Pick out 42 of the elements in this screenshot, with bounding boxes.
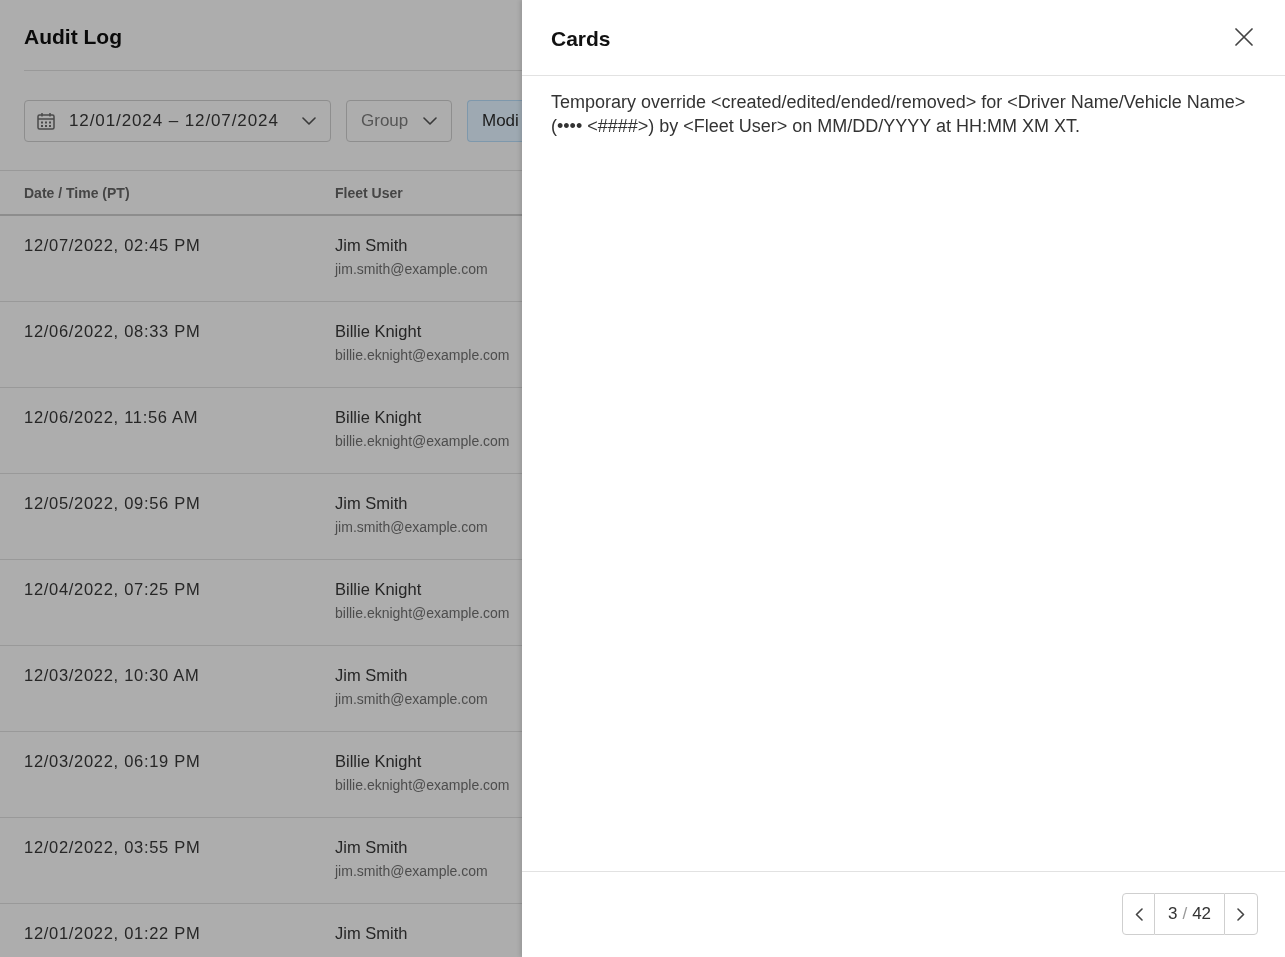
drawer-title: Cards	[551, 25, 611, 52]
user-email: billie.eknight@example.com	[335, 432, 510, 451]
timestamp: 12/06/2022, 08:33 PM	[24, 322, 201, 340]
user-name: Jim Smith	[335, 837, 408, 857]
timestamp: 12/05/2022, 09:56 PM	[24, 494, 201, 512]
close-button[interactable]	[1233, 25, 1255, 48]
next-page-button[interactable]	[1224, 893, 1258, 935]
timestamp: 12/01/2022, 01:22 PM	[24, 924, 201, 942]
user-email: jim.smith@example.com	[335, 862, 488, 881]
chevron-right-icon	[1237, 907, 1245, 921]
user-name: Billie Knight	[335, 579, 422, 599]
timestamp: 12/07/2022, 02:45 PM	[24, 236, 201, 254]
user-email: jim.smith@example.com	[335, 260, 488, 279]
chevron-down-icon	[302, 117, 316, 125]
chevron-down-icon	[423, 117, 437, 125]
user-name: Jim Smith	[335, 493, 408, 513]
user-email: jim.smith@example.com	[335, 518, 488, 537]
description-text: Temporary override <created/edited/ended/removed> for <Driver Name/Vehicle Name> (•••• <####>) by <Fleet User> on MM/DD/YYYY at HH:MM XM XT.	[551, 91, 1247, 138]
timestamp: 12/02/2022, 03:55 PM	[24, 838, 201, 856]
timestamp: 12/06/2022, 11:56 AM	[24, 408, 199, 426]
user-email: billie.eknight@example.com	[335, 346, 510, 365]
page-title: Audit Log	[24, 24, 122, 50]
user-name: Jim Smith	[335, 665, 408, 685]
user-name: Billie Knight	[335, 321, 422, 341]
close-icon	[1235, 27, 1253, 46]
date-range-dropdown[interactable]: 12/01/2024 – 12/07/2024	[24, 100, 331, 142]
toolbar-button[interactable]: Modi	[467, 100, 522, 142]
timestamp: 12/03/2022, 10:30 AM	[24, 666, 200, 684]
user-email: billie.eknight@example.com	[335, 604, 510, 623]
chevron-left-icon	[1134, 907, 1143, 921]
user-name: Billie Knight	[335, 751, 422, 771]
timestamp: 12/04/2022, 07:25 PM	[24, 580, 201, 598]
column-header: Date / Time (PT)	[24, 183, 131, 202]
user-email: jim.smith@example.com	[335, 690, 488, 709]
previous-page-button[interactable]	[1122, 893, 1155, 935]
user-email: billie.eknight@example.com	[335, 776, 510, 795]
user-name: Billie Knight	[335, 407, 422, 427]
user-name: Jim Smith	[335, 923, 408, 943]
user-name: Jim Smith	[335, 235, 408, 255]
calendar-icon	[37, 112, 55, 130]
timestamp: 12/03/2022, 06:19 PM	[24, 752, 201, 770]
column-header: Fleet User	[335, 183, 403, 202]
